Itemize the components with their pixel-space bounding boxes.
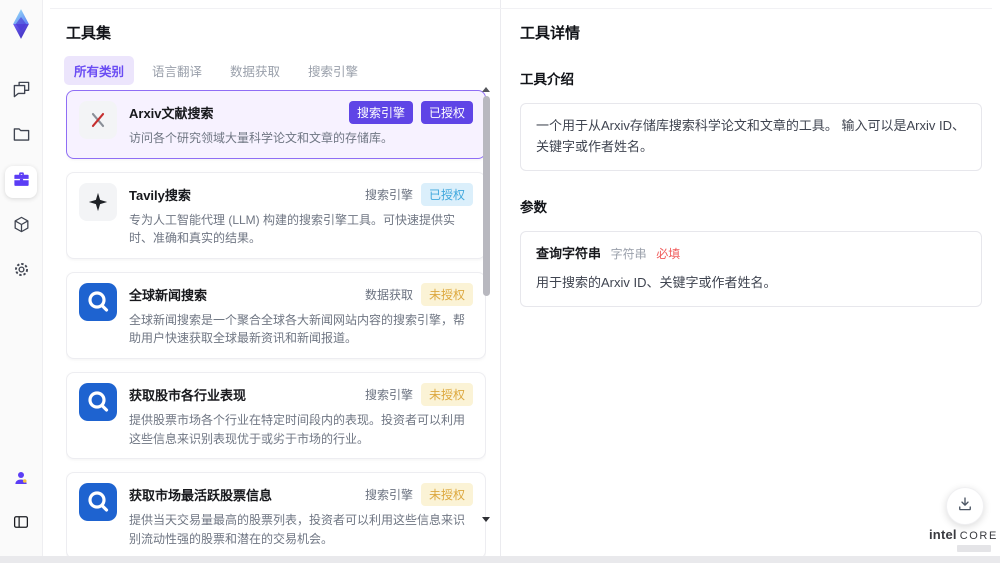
tool-card-arxiv[interactable]: Arxiv文献搜索 搜索引擎 已授权 访问各个研究领域大量科学论文和文章的存储库… bbox=[66, 90, 486, 159]
param-type: 字符串 bbox=[610, 246, 647, 261]
category-label: 搜索引擎 bbox=[364, 488, 413, 503]
category-label: 数据获取 bbox=[364, 287, 413, 302]
sidebar-nav bbox=[0, 76, 42, 288]
params-heading: 参数 bbox=[520, 199, 547, 215]
tool-description: 提供股票市场各个行业在特定时间段内的表现。投资者可以利用这些信息来识别表现优于或… bbox=[129, 412, 466, 446]
tool-detail-panel: 工具详情 工具介绍 一个用于从Arxiv存储库搜索科学论文和文章的工具。 输入可… bbox=[520, 0, 982, 556]
intro-heading: 工具介绍 bbox=[520, 72, 574, 87]
window-bottom-edge bbox=[0, 556, 1000, 563]
param-header: 查询字符串 字符串 必填 bbox=[536, 244, 966, 265]
intro-text: 一个用于从Arxiv存储库搜索科学论文和文章的工具。 输入可以是Arxiv ID… bbox=[536, 118, 966, 154]
tab-search-engine[interactable]: 搜索引擎 bbox=[298, 56, 368, 85]
scrollbar-down-arrow[interactable] bbox=[482, 517, 490, 522]
status-badge: 已授权 bbox=[420, 182, 473, 206]
tab-language-translation[interactable]: 语言翻译 bbox=[142, 56, 212, 85]
tool-card-list: Arxiv文献搜索 搜索引擎 已授权 访问各个研究领域大量科学论文和文章的存储库… bbox=[66, 90, 486, 556]
folder-icon bbox=[12, 125, 31, 149]
scrollbar-up-arrow[interactable] bbox=[482, 87, 490, 92]
page-title: 工具集 bbox=[66, 25, 112, 42]
tool-card-tavily[interactable]: Tavily搜索 搜索引擎 已授权 专为人工智能代理 (LLM) 构建的搜索引擎… bbox=[66, 171, 486, 259]
tool-description: 专为人工智能代理 (LLM) 构建的搜索引擎工具。可快速提供实时、准确和真实的结… bbox=[129, 212, 456, 246]
panel-divider bbox=[500, 0, 501, 556]
card-main: 全球新闻搜索 数据获取 未授权 全球新闻搜索是一个聚合全球各大新闻网站内容的搜索… bbox=[129, 282, 473, 348]
intel-brand-text: intel bbox=[929, 527, 957, 542]
tool-card-global-news[interactable]: 全球新闻搜索 数据获取 未授权 全球新闻搜索是一个聚合全球各大新闻网站内容的搜索… bbox=[66, 271, 486, 359]
panel-toggle-button[interactable] bbox=[5, 508, 37, 540]
sidebar-item-files[interactable] bbox=[5, 121, 37, 153]
card-main: 获取市场最活跃股票信息 搜索引擎 未授权 提供当天交易量最高的股票列表，投资者可… bbox=[129, 483, 473, 548]
param-box: 查询字符串 字符串 必填 用于搜索的Arxiv ID、关键字或作者姓名。 bbox=[520, 230, 982, 308]
status-badge: 未授权 bbox=[420, 382, 473, 406]
app-logo-icon bbox=[7, 8, 35, 40]
sidebar-item-settings[interactable] bbox=[5, 256, 37, 288]
status-badge: 未授权 bbox=[420, 483, 473, 507]
sidebar-item-packages[interactable] bbox=[5, 211, 37, 243]
cube-icon bbox=[12, 215, 31, 239]
tool-name: Tavily搜索 bbox=[129, 187, 191, 203]
tool-name: 获取市场最活跃股票信息 bbox=[129, 488, 273, 504]
download-icon bbox=[956, 495, 974, 518]
blue-search-icon bbox=[79, 382, 117, 421]
badges: 搜索引擎 已授权 bbox=[348, 101, 473, 124]
sidebar-item-chat[interactable] bbox=[5, 76, 37, 108]
tool-description: 访问各个研究领域大量科学论文和文章的存储库。 bbox=[129, 131, 394, 145]
param-description: 用于搜索的Arxiv ID、关键字或作者姓名。 bbox=[536, 275, 777, 291]
panel-toggle-icon bbox=[12, 513, 30, 536]
category-label: 搜索引擎 bbox=[364, 187, 413, 202]
intel-core-subtext bbox=[957, 545, 991, 552]
blue-search-icon bbox=[79, 483, 117, 522]
tool-list-panel: 工具集 所有类别 语言翻译 数据获取 搜索引擎 Arxiv文献搜索 搜索引擎 已… bbox=[42, 0, 500, 556]
category-label: 搜索引擎 bbox=[364, 387, 413, 402]
arxiv-chi-icon bbox=[79, 101, 117, 139]
badges: 搜索引擎 未授权 bbox=[364, 382, 473, 406]
core-brand-text: core bbox=[959, 530, 998, 542]
sidebar-item-tools[interactable] bbox=[5, 166, 37, 198]
badges: 数据获取 未授权 bbox=[364, 282, 473, 306]
download-button[interactable] bbox=[946, 487, 984, 525]
tool-card-active-stocks[interactable]: 获取市场最活跃股票信息 搜索引擎 未授权 提供当天交易量最高的股票列表，投资者可… bbox=[66, 472, 486, 556]
user-avatar-button[interactable] bbox=[5, 464, 37, 496]
settings-icon bbox=[12, 260, 31, 284]
sidebar bbox=[0, 0, 43, 556]
param-name: 查询字符串 bbox=[536, 245, 602, 261]
sparkle-icon bbox=[79, 182, 117, 221]
top-hairline bbox=[50, 8, 992, 9]
card-main: Tavily搜索 搜索引擎 已授权 专为人工智能代理 (LLM) 构建的搜索引擎… bbox=[129, 182, 473, 248]
status-badge[interactable]: 已授权 bbox=[420, 101, 473, 124]
intro-box: 一个用于从Arxiv存储库搜索科学论文和文章的工具。 输入可以是Arxiv ID… bbox=[520, 103, 982, 171]
user-icon bbox=[12, 469, 30, 492]
tool-name: 全球新闻搜索 bbox=[129, 287, 208, 303]
detail-title: 工具详情 bbox=[520, 25, 581, 42]
tool-description: 提供当天交易量最高的股票列表，投资者可以利用这些信息来识别流动性强的股票和潜在的… bbox=[129, 513, 466, 546]
tool-description: 全球新闻搜索是一个聚合全球各大新闻网站内容的搜索引擎，帮助用户快速获取全球最新资… bbox=[129, 312, 466, 346]
chat-icon bbox=[12, 80, 31, 104]
toolbox-icon bbox=[12, 170, 31, 194]
badges: 搜索引擎 已授权 bbox=[364, 182, 473, 206]
tool-card-sector-performance[interactable]: 获取股市各行业表现 搜索引擎 未授权 提供股票市场各个行业在特定时间段内的表现。… bbox=[66, 371, 486, 460]
status-badge: 未授权 bbox=[420, 282, 473, 306]
category-badge[interactable]: 搜索引擎 bbox=[348, 101, 413, 124]
tab-data-acquisition[interactable]: 数据获取 bbox=[220, 56, 290, 85]
intel-core-logo: intel core bbox=[929, 527, 996, 552]
tab-all-categories[interactable]: 所有类别 bbox=[64, 56, 135, 85]
tool-name: Arxiv文献搜索 bbox=[129, 106, 214, 121]
blue-search-icon bbox=[79, 282, 117, 321]
tool-name: 获取股市各行业表现 bbox=[129, 387, 247, 403]
param-required-badge: 必填 bbox=[656, 246, 681, 261]
badges: 搜索引擎 未授权 bbox=[364, 483, 473, 507]
category-tabs: 所有类别 语言翻译 数据获取 搜索引擎 bbox=[64, 56, 368, 85]
sidebar-bottom bbox=[0, 464, 42, 540]
app-window: 工具集 所有类别 语言翻译 数据获取 搜索引擎 Arxiv文献搜索 搜索引擎 已… bbox=[0, 0, 1000, 563]
card-main: Arxiv文献搜索 搜索引擎 已授权 访问各个研究领域大量科学论文和文章的存储库… bbox=[129, 101, 473, 148]
card-main: 获取股市各行业表现 搜索引擎 未授权 提供股票市场各个行业在特定时间段内的表现。… bbox=[129, 382, 473, 448]
scrollbar-thumb[interactable] bbox=[483, 96, 490, 296]
